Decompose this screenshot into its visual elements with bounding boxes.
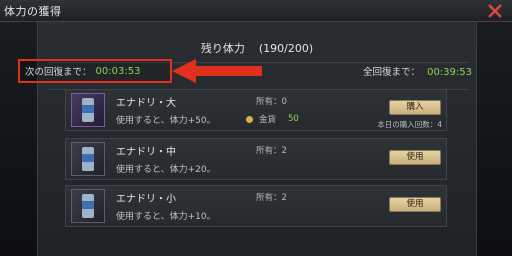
energy-drink-icon bbox=[71, 142, 105, 176]
energy-drink-icon bbox=[71, 189, 105, 223]
item-name: エナドリ・小 bbox=[116, 194, 176, 205]
next-recovery-label: 次の回復まで： bbox=[25, 67, 92, 78]
energy-drink-icon bbox=[71, 93, 105, 127]
next-recovery-time: 00:03:53 bbox=[95, 65, 141, 77]
item-name: エナドリ・中 bbox=[116, 147, 176, 158]
full-recovery: 全回復まで： 00:39:53 bbox=[363, 64, 472, 78]
list-item: エナドリ・中 使用すると、体力+20。 所有：2 使用 bbox=[65, 138, 447, 180]
full-recovery-time: 00:39:53 bbox=[427, 67, 472, 78]
use-button[interactable]: 使用 bbox=[389, 197, 441, 212]
item-name: エナドリ・大 bbox=[116, 98, 176, 109]
stamina-label: 残り体力 bbox=[200, 42, 245, 55]
item-owned: 所有：0 bbox=[256, 97, 287, 107]
full-recovery-label: 全回復まで： bbox=[363, 67, 421, 78]
gold-amount: 50 bbox=[288, 114, 299, 124]
coin-icon bbox=[246, 115, 253, 123]
annotation-arrow bbox=[172, 59, 262, 83]
stamina-value: (190/200) bbox=[258, 42, 314, 55]
use-button[interactable]: 使用 bbox=[389, 150, 441, 165]
list-item: エナドリ・大 使用すると、体力+50。 所有：0 金貨 50 購入 本日の購入回… bbox=[65, 89, 447, 131]
item-description: 使用すると、体力+20。 bbox=[116, 165, 216, 175]
item-owned: 所有：2 bbox=[256, 146, 287, 156]
close-button[interactable] bbox=[482, 0, 508, 22]
item-owned: 所有：2 bbox=[256, 193, 287, 203]
list-item: エナドリ・小 使用すると、体力+10。 所有：2 使用 bbox=[65, 185, 447, 227]
purchase-count: 本日の購入回数：4 bbox=[377, 120, 442, 129]
purchase-button[interactable]: 購入 bbox=[389, 100, 441, 115]
gold-label: 金貨 bbox=[259, 115, 277, 125]
gold-price: 金貨 50 bbox=[246, 113, 299, 125]
stamina-status: 残り体力 (190/200) bbox=[38, 40, 476, 56]
window-title: 体力の獲得 bbox=[4, 5, 62, 18]
title-bar: 体力の獲得 bbox=[0, 0, 512, 22]
close-icon bbox=[488, 4, 502, 18]
next-recovery-box: 次の回復まで： 00:03:53 bbox=[18, 59, 172, 83]
item-description: 使用すると、体力+50。 bbox=[116, 116, 216, 126]
item-description: 使用すると、体力+10。 bbox=[116, 212, 216, 222]
